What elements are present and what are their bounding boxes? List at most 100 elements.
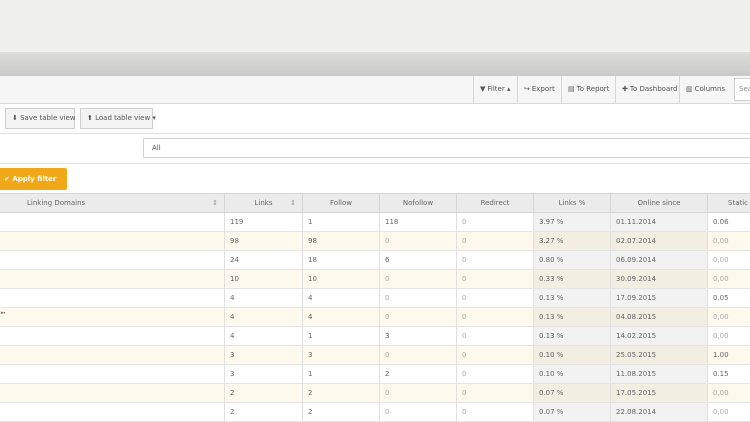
cell-redirect: 0 bbox=[456, 327, 533, 345]
cell-static: 0,00 bbox=[707, 308, 750, 326]
filter-select[interactable]: All bbox=[143, 138, 750, 158]
cell-redirect: 0 bbox=[456, 384, 533, 402]
cell-links: 2 bbox=[224, 403, 302, 421]
table-row[interactable]: 10 10 0 0 0.33 % 30.09.2014 0,00 bbox=[0, 270, 750, 289]
cell-redirect: 0 bbox=[456, 213, 533, 231]
cell-links-percent: 0.10 % bbox=[533, 346, 610, 364]
search-input[interactable]: Sea bbox=[734, 78, 750, 101]
export-button[interactable]: ↪ Export bbox=[517, 76, 561, 103]
cell-static: 1.00 bbox=[707, 346, 750, 364]
cell-linking-domain[interactable] bbox=[0, 384, 224, 402]
table-row[interactable]: 98 98 0 0 3.27 % 02.07.2014 0,00 bbox=[0, 232, 750, 251]
table-header: Linking Domains ⇕ Links ⇕ Follow Nofollow … bbox=[0, 194, 750, 213]
chevron-up-icon: ▴ bbox=[504, 85, 511, 93]
table-row[interactable]: 2 2 0 0 0.07 % 17.05.2015 0,00 bbox=[0, 384, 750, 403]
cell-static: 0,00 bbox=[707, 384, 750, 402]
cell-links-percent: 0.10 % bbox=[533, 365, 610, 383]
cell-follow: 4 bbox=[302, 308, 379, 326]
cell-redirect: 0 bbox=[456, 232, 533, 250]
table-row[interactable]: 4 1 3 0 0.13 % 14.02.2015 0,00 bbox=[0, 327, 750, 346]
cell-linking-domain[interactable] bbox=[0, 327, 224, 345]
cell-online-since: 04.08.2015 bbox=[610, 308, 707, 326]
cell-follow: 2 bbox=[302, 403, 379, 421]
cell-links: 4 bbox=[224, 327, 302, 345]
cell-nofollow: 3 bbox=[379, 327, 456, 345]
cell-online-since: 17.05.2015 bbox=[610, 384, 707, 402]
mouse-cursor-icon: ➳ bbox=[0, 309, 6, 317]
table-row[interactable]: 2 2 0 0 0.07 % 22.08.2014 0,00 bbox=[0, 403, 750, 422]
cell-linking-domain[interactable] bbox=[0, 346, 224, 364]
caret-down-icon: ▾ bbox=[150, 114, 156, 122]
save-table-view-button[interactable]: ⬇ Save table view bbox=[5, 108, 76, 129]
header-online-since[interactable]: Online since bbox=[610, 194, 707, 212]
columns-icon: ▥ bbox=[686, 85, 693, 93]
header-follow[interactable]: Follow bbox=[302, 194, 379, 212]
cell-follow: 1 bbox=[302, 365, 379, 383]
cell-links: 4 bbox=[224, 289, 302, 307]
cell-links: 2 bbox=[224, 384, 302, 402]
apply-filter-button[interactable]: ✔ Apply filter bbox=[0, 168, 67, 190]
cell-online-since: 25.05.2015 bbox=[610, 346, 707, 364]
cell-online-since: 01.11.2014 bbox=[610, 213, 707, 231]
cell-redirect: 0 bbox=[456, 403, 533, 421]
cell-nofollow: 118 bbox=[379, 213, 456, 231]
sort-icon: ⇕ bbox=[290, 199, 296, 207]
columns-button[interactable]: ▥ Columns bbox=[679, 76, 730, 103]
cell-online-since: 11.08.2015 bbox=[610, 365, 707, 383]
browser-top-area bbox=[0, 0, 750, 52]
cell-linking-domain[interactable] bbox=[0, 232, 224, 250]
cell-linking-domain[interactable] bbox=[0, 289, 224, 307]
header-band bbox=[0, 52, 750, 76]
cell-nofollow: 6 bbox=[379, 251, 456, 269]
cell-links: 24 bbox=[224, 251, 302, 269]
cell-static: 0,00 bbox=[707, 270, 750, 288]
cell-online-since: 02.07.2014 bbox=[610, 232, 707, 250]
cell-linking-domain[interactable] bbox=[0, 403, 224, 421]
cell-follow: 4 bbox=[302, 289, 379, 307]
cell-nofollow: 0 bbox=[379, 346, 456, 364]
header-redirect[interactable]: Redirect bbox=[456, 194, 533, 212]
cell-links: 98 bbox=[224, 232, 302, 250]
table-row[interactable]: 24 18 6 0 0.80 % 06.09.2014 0,00 bbox=[0, 251, 750, 270]
to-report-button[interactable]: ▤ To Report bbox=[561, 76, 615, 103]
header-links-percent[interactable]: Links % bbox=[533, 194, 610, 212]
table-row[interactable]: 3 1 2 0 0.10 % 11.08.2015 0.15 bbox=[0, 365, 750, 384]
filter-icon: ▼ bbox=[480, 85, 486, 93]
load-table-view-button[interactable]: ⬆ Load table view ▾ bbox=[80, 108, 156, 129]
cell-online-since: 14.02.2015 bbox=[610, 327, 707, 345]
header-static[interactable]: Static bbox=[707, 194, 750, 212]
cell-links: 4 bbox=[224, 308, 302, 326]
cell-linking-domain[interactable] bbox=[0, 213, 224, 231]
cell-links-percent: 0.13 % bbox=[533, 308, 610, 326]
cell-links-percent: 0.80 % bbox=[533, 251, 610, 269]
table-row[interactable]: 119 1 118 0 3.97 % 01.11.2014 0.06 bbox=[0, 213, 750, 232]
cell-follow: 1 bbox=[302, 327, 379, 345]
header-nofollow[interactable]: Nofollow bbox=[379, 194, 456, 212]
cell-linking-domain[interactable] bbox=[0, 251, 224, 269]
filter-button[interactable]: ▼ Filter ▴ bbox=[473, 76, 517, 103]
header-links[interactable]: Links ⇕ bbox=[224, 194, 302, 212]
cell-follow: 18 bbox=[302, 251, 379, 269]
cell-linking-domain[interactable] bbox=[0, 308, 224, 326]
cell-static: 0,00 bbox=[707, 232, 750, 250]
cell-linking-domain[interactable] bbox=[0, 365, 224, 383]
cell-nofollow: 2 bbox=[379, 365, 456, 383]
cell-links-percent: 0.13 % bbox=[533, 327, 610, 345]
table-row[interactable]: 4 4 0 0 0.13 % 17.09.2015 0.05 bbox=[0, 289, 750, 308]
table-toolbar: ▼ Filter ▴ ↪ Export ▤ To Report ✚ To Dashboa… bbox=[0, 76, 750, 104]
download-icon: ⬇ bbox=[12, 114, 18, 122]
header-linking-domains[interactable]: Linking Domains ⇕ bbox=[0, 194, 224, 212]
cell-redirect: 0 bbox=[456, 270, 533, 288]
table-row[interactable]: 3 3 0 0 0.10 % 25.05.2015 1.00 bbox=[0, 346, 750, 365]
cell-follow: 2 bbox=[302, 384, 379, 402]
to-dashboard-button[interactable]: ✚ To Dashboard bbox=[615, 76, 679, 103]
cell-linking-domain[interactable] bbox=[0, 270, 224, 288]
cell-static: 0.15 bbox=[707, 365, 750, 383]
cell-static: 0,00 bbox=[707, 403, 750, 421]
file-icon: ▤ bbox=[568, 85, 575, 93]
cell-redirect: 0 bbox=[456, 289, 533, 307]
cell-links-percent: 3.97 % bbox=[533, 213, 610, 231]
cell-redirect: 0 bbox=[456, 308, 533, 326]
table-row[interactable]: 4 4 0 0 0.13 % 04.08.2015 0,00 bbox=[0, 308, 750, 327]
cell-links-percent: 0.13 % bbox=[533, 289, 610, 307]
